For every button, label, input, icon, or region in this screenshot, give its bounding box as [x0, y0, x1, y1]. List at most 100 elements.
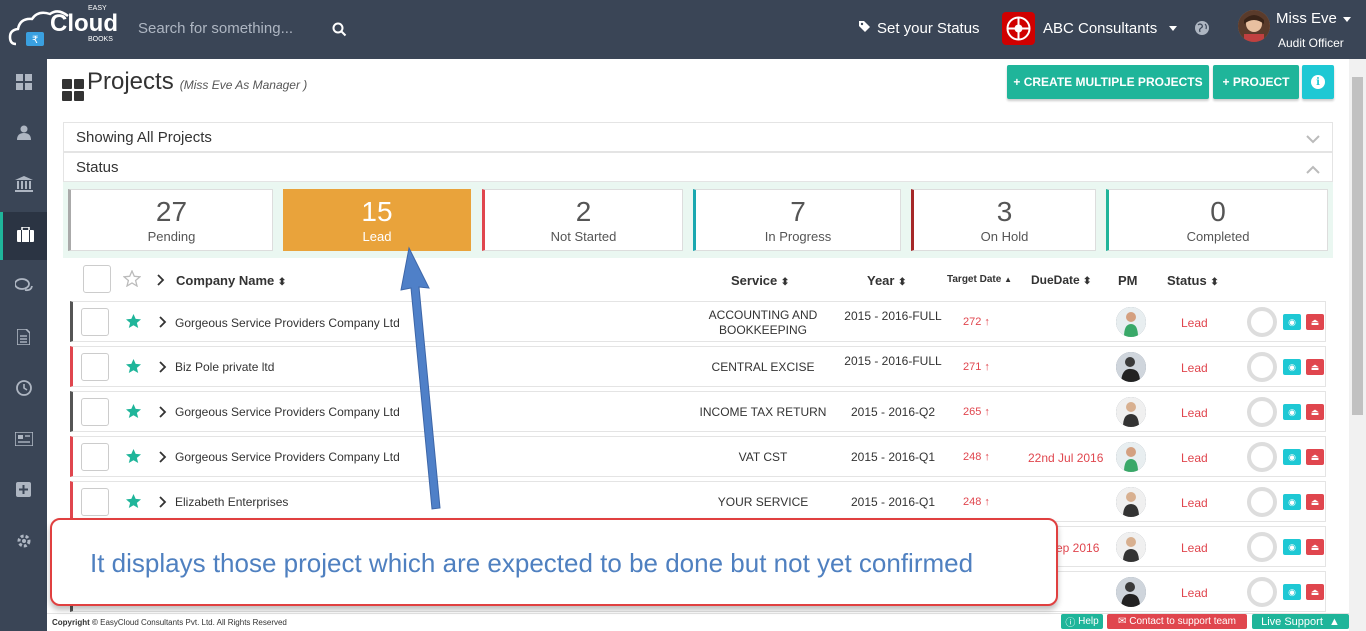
user-menu[interactable]: Miss Eve Audit Officer: [1238, 10, 1351, 50]
chevron-right-icon[interactable]: [159, 406, 167, 421]
create-multiple-projects-button[interactable]: + CREATE MULTIPLE PROJECTS: [1007, 65, 1209, 99]
pm-avatar[interactable]: [1116, 532, 1146, 562]
view-button[interactable]: ◉: [1283, 584, 1301, 600]
table-row[interactable]: Biz Pole private ltd CENTRAL EXCISE 2015…: [70, 346, 1326, 387]
col-company-name[interactable]: Company Name ⬍: [176, 273, 286, 288]
pm-avatar[interactable]: [1116, 577, 1146, 607]
easycloud-logo[interactable]: ₹ Cloud EASY BOOKS: [8, 4, 123, 54]
stat-in-progress[interactable]: 7 In Progress: [693, 189, 901, 251]
annotation-arrow: [400, 246, 441, 510]
table-row[interactable]: Gorgeous Service Providers Company Ltd I…: [70, 391, 1326, 432]
view-button[interactable]: ◉: [1283, 359, 1301, 375]
stat-not-started[interactable]: 2 Not Started: [482, 189, 683, 251]
chevron-up-icon[interactable]: [1306, 161, 1320, 178]
pm-avatar[interactable]: [1116, 307, 1146, 337]
stat-pending[interactable]: 27 Pending: [68, 189, 273, 251]
select-all-checkbox[interactable]: [83, 265, 111, 293]
search-icon[interactable]: [332, 22, 347, 40]
view-button[interactable]: ◉: [1283, 314, 1301, 330]
row-service: CENTRAL EXCISE: [711, 360, 815, 374]
view-button[interactable]: ◉: [1283, 539, 1301, 555]
chevron-right-icon[interactable]: [159, 451, 167, 466]
stat-label: On Hold: [980, 229, 1029, 244]
sidebar-item-chat[interactable]: [0, 263, 47, 311]
sidebar-item-news[interactable]: [0, 416, 47, 464]
star-icon[interactable]: [125, 448, 142, 467]
row-checkbox[interactable]: [81, 308, 109, 336]
live-support-button[interactable]: Live Support ▲: [1252, 614, 1349, 629]
row-company[interactable]: Gorgeous Service Providers Company Ltd: [175, 316, 400, 330]
pm-avatar[interactable]: [1116, 487, 1146, 517]
row-checkbox[interactable]: [81, 488, 109, 516]
sidebar-item-documents[interactable]: [0, 314, 47, 362]
info-button[interactable]: i: [1302, 65, 1334, 99]
delete-button[interactable]: ⏏: [1306, 539, 1324, 555]
table-row[interactable]: Elizabeth Enterprises YOUR SERVICE 2015 …: [70, 481, 1326, 522]
scrollbar-thumb[interactable]: [1352, 77, 1363, 415]
globe-icon[interactable]: [1194, 20, 1210, 39]
col-pm[interactable]: PM: [1118, 273, 1138, 288]
delete-button[interactable]: ⏏: [1306, 404, 1324, 420]
view-button[interactable]: ◉: [1283, 494, 1301, 510]
stat-completed[interactable]: 0 Completed: [1106, 189, 1328, 251]
contact-support-button[interactable]: ✉ Contact to support team: [1107, 614, 1247, 629]
star-icon[interactable]: [125, 493, 142, 512]
pm-avatar[interactable]: [1116, 397, 1146, 427]
search-input[interactable]: Search for something...: [138, 20, 293, 37]
col-due-date[interactable]: DueDate ⬍: [1031, 273, 1091, 287]
chevron-right-icon[interactable]: [159, 496, 167, 511]
chevron-right-icon[interactable]: [159, 316, 167, 331]
status-panel[interactable]: Status: [63, 152, 1333, 182]
star-icon[interactable]: [125, 358, 142, 377]
pm-avatar[interactable]: [1116, 442, 1146, 472]
arrow-up-icon: ↑: [981, 496, 990, 508]
table-row[interactable]: Gorgeous Service Providers Company Ltd A…: [70, 301, 1326, 342]
help-button[interactable]: ⓘ Help: [1061, 614, 1103, 629]
sidebar-item-projects[interactable]: [0, 212, 47, 260]
add-project-button[interactable]: + PROJECT: [1213, 65, 1299, 99]
row-service: VAT CST: [738, 450, 788, 464]
star-icon[interactable]: [125, 403, 142, 422]
sidebar-item-bank[interactable]: [0, 161, 47, 209]
chevron-right-icon[interactable]: [157, 274, 165, 289]
delete-button[interactable]: ⏏: [1306, 449, 1324, 465]
sidebar-item-add[interactable]: [0, 467, 47, 515]
sidebar-item-settings[interactable]: [0, 518, 47, 566]
chevron-right-icon[interactable]: [159, 361, 167, 376]
row-company[interactable]: Biz Pole private ltd: [175, 360, 274, 374]
col-target-date[interactable]: Target Date ▲: [947, 274, 1012, 285]
document-icon: [16, 327, 31, 348]
stat-on-hold[interactable]: 3 On Hold: [911, 189, 1096, 251]
company-switcher[interactable]: ABC Consultants: [1002, 12, 1178, 45]
row-checkbox[interactable]: [81, 443, 109, 471]
set-status-link[interactable]: Set your Status: [858, 20, 980, 37]
col-year[interactable]: Year ⬍: [867, 273, 907, 288]
delete-button[interactable]: ⏏: [1306, 584, 1324, 600]
delete-button[interactable]: ⏏: [1306, 314, 1324, 330]
page-scrollbar[interactable]: [1349, 59, 1366, 631]
star-outline-icon[interactable]: [122, 269, 142, 290]
sidebar-item-users[interactable]: [0, 110, 47, 158]
row-target-days: 272: [963, 316, 982, 328]
col-service[interactable]: Service ⬍: [731, 273, 789, 288]
chevron-down-icon[interactable]: [1306, 131, 1320, 148]
delete-button[interactable]: ⏏: [1306, 494, 1324, 510]
row-year: 2015 - 2016-Q1: [850, 495, 936, 509]
col-status[interactable]: Status ⬍: [1167, 273, 1219, 288]
view-button[interactable]: ◉: [1283, 404, 1301, 420]
row-checkbox[interactable]: [81, 353, 109, 381]
page-title: Projects: [87, 68, 174, 95]
sidebar-item-timesheet[interactable]: [0, 365, 47, 413]
row-company[interactable]: Gorgeous Service Providers Company Ltd: [175, 450, 400, 464]
view-button[interactable]: ◉: [1283, 449, 1301, 465]
delete-button[interactable]: ⏏: [1306, 359, 1324, 375]
pm-avatar[interactable]: [1116, 352, 1146, 382]
row-checkbox[interactable]: [81, 398, 109, 426]
table-row[interactable]: Gorgeous Service Providers Company Ltd V…: [70, 436, 1326, 477]
showing-all-projects-panel[interactable]: Showing All Projects: [63, 122, 1333, 152]
row-company[interactable]: Gorgeous Service Providers Company Ltd: [175, 405, 400, 419]
row-company[interactable]: Elizabeth Enterprises: [175, 495, 288, 509]
star-icon[interactable]: [125, 313, 142, 332]
sidebar-item-dashboard[interactable]: [0, 59, 47, 107]
chevron-down-icon: [1343, 17, 1351, 22]
